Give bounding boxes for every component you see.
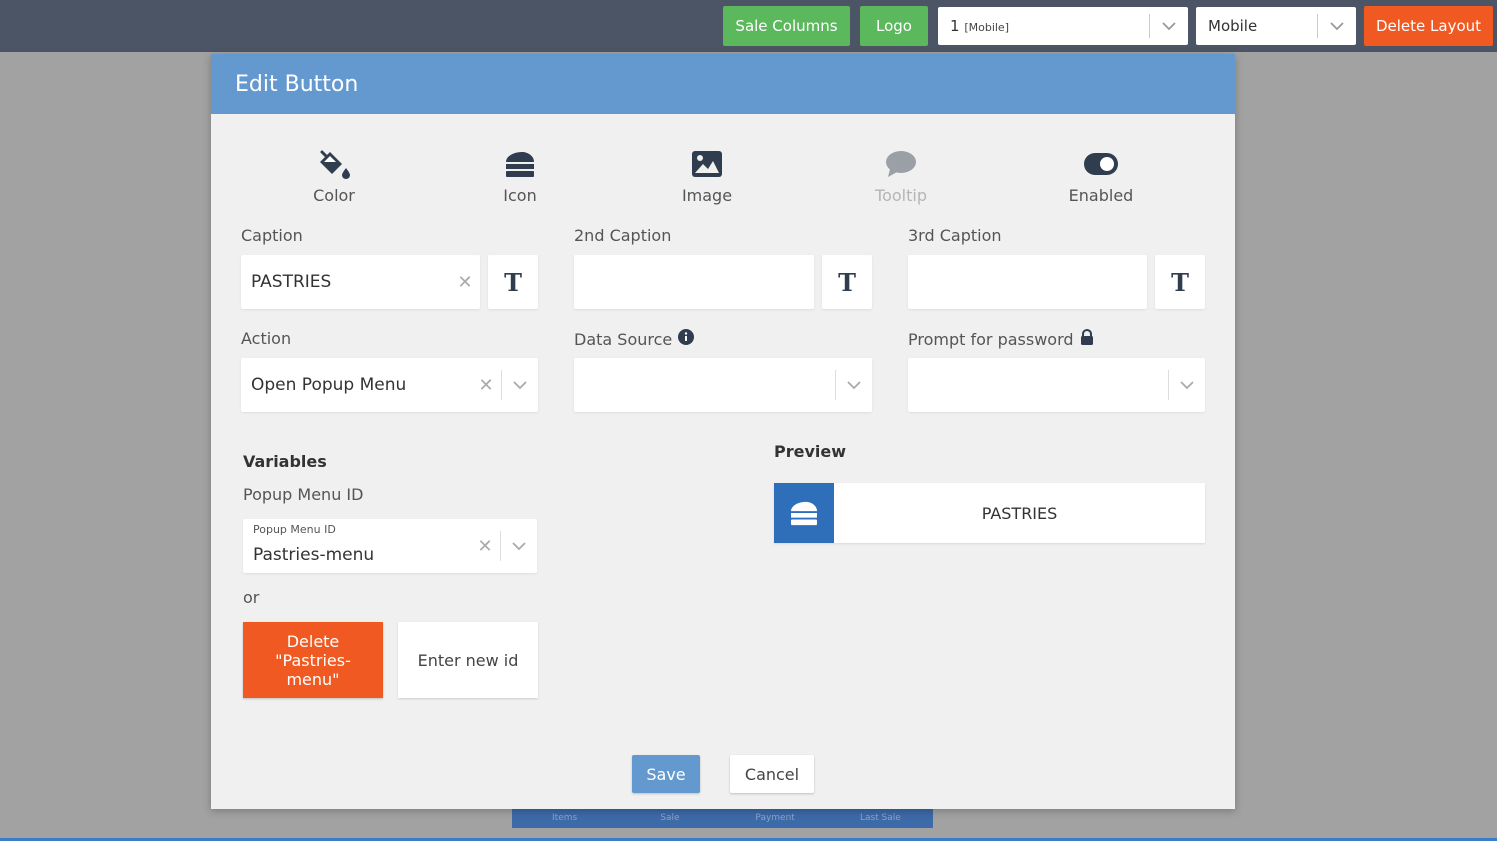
caption-input[interactable]: PASTRIES ✕ <box>241 255 480 309</box>
popup-menu-id-select[interactable]: Popup Menu ID Pastries-menu ✕ <box>243 519 537 573</box>
chevron-down-icon <box>1169 380 1205 390</box>
caption3-font-button[interactable]: T <box>1155 255 1205 309</box>
cake-slice-icon <box>774 483 834 543</box>
caption3-input[interactable] <box>908 255 1147 309</box>
image-tool-label: Image <box>681 186 733 205</box>
popup-menu-id-floating-label: Popup Menu ID <box>253 523 336 536</box>
comment-icon <box>841 144 961 184</box>
preview-caption: PASTRIES <box>981 503 1058 523</box>
preview-heading: Preview <box>774 442 847 461</box>
caption2-font-button[interactable]: T <box>822 255 872 309</box>
action-label: Action <box>241 329 292 348</box>
clear-icon[interactable]: ✕ <box>450 272 480 293</box>
data-source-label-text: Data Source <box>574 329 673 349</box>
clear-icon[interactable]: ✕ <box>471 375 501 396</box>
clear-icon[interactable]: ✕ <box>470 536 500 557</box>
color-tool[interactable]: Color <box>274 144 394 205</box>
layout-select[interactable]: 1 [Mobile] <box>938 7 1188 45</box>
chevron-down-icon <box>502 380 538 390</box>
chevron-down-icon <box>501 541 537 551</box>
tooltip-tool[interactable]: Tooltip <box>841 144 961 205</box>
sale-columns-button[interactable]: Sale Columns <box>723 6 850 46</box>
toggle-on-icon <box>1041 144 1161 184</box>
icon-tool-label: Icon <box>503 186 537 205</box>
button-preview: PASTRIES <box>774 483 1205 543</box>
info-icon[interactable] <box>678 329 695 349</box>
caption-font-button[interactable]: T <box>488 255 538 309</box>
dialog-title: Edit Button <box>211 54 1235 114</box>
or-text: or <box>243 588 260 607</box>
tooltip-tool-label: Tooltip <box>875 186 927 205</box>
save-button[interactable]: Save <box>632 755 700 793</box>
caption-value: PASTRIES <box>251 272 332 292</box>
prompt-password-select[interactable] <box>908 358 1205 412</box>
data-source-label: Data Source <box>574 329 695 349</box>
prompt-password-label: Prompt for password <box>908 328 1094 349</box>
cancel-button[interactable]: Cancel <box>730 755 814 793</box>
data-source-select[interactable] <box>574 358 872 412</box>
device-select-value: Mobile <box>1208 17 1258 35</box>
chevron-down-icon <box>1318 21 1356 31</box>
color-tool-label: Color <box>313 186 355 205</box>
logo-button[interactable]: Logo <box>860 6 928 46</box>
variables-heading: Variables <box>243 452 327 471</box>
enter-new-id-button[interactable]: Enter new id <box>398 622 538 698</box>
paint-bucket-icon <box>274 144 394 184</box>
image-tool[interactable]: Image <box>647 144 767 205</box>
background-tab: Payment <box>755 813 795 823</box>
enabled-tool-label: Enabled <box>1068 186 1134 205</box>
edit-button-dialog: Edit Button Color Icon Image Tooltip Ena… <box>211 54 1235 809</box>
background-tab: Last Sale <box>859 813 901 823</box>
prompt-password-label-text: Prompt for password <box>908 329 1074 349</box>
image-icon <box>647 144 767 184</box>
caption3-label: 3rd Caption <box>908 226 1002 245</box>
delete-popup-menu-label: Delete "Pastries-menu" <box>275 631 351 689</box>
caption-label: Caption <box>241 226 303 245</box>
chevron-down-icon <box>836 380 872 390</box>
delete-popup-menu-button[interactable]: Delete "Pastries-menu" <box>243 622 383 698</box>
enabled-tool[interactable]: Enabled <box>1041 144 1161 205</box>
background-tab: Items <box>552 813 578 823</box>
icon-tool[interactable]: Icon <box>460 144 580 205</box>
caption2-label: 2nd Caption <box>574 226 672 245</box>
layout-select-value: 1 [Mobile] <box>950 17 1009 35</box>
top-toolbar: Sale Columns Logo 1 [Mobile] Mobile Dele… <box>0 0 1497 52</box>
action-value: Open Popup Menu <box>251 375 407 395</box>
popup-menu-id-label: Popup Menu ID <box>243 485 364 504</box>
delete-layout-button[interactable]: Delete Layout <box>1364 6 1493 46</box>
background-tab-strip: Items Sale Payment Last Sale <box>512 808 933 828</box>
cake-slice-icon <box>460 144 580 184</box>
chevron-down-icon <box>1150 21 1188 31</box>
caption2-input[interactable] <box>574 255 814 309</box>
lock-icon <box>1080 328 1094 349</box>
background-tab: Sale <box>660 813 680 823</box>
device-select[interactable]: Mobile <box>1196 7 1356 45</box>
action-select[interactable]: Open Popup Menu ✕ <box>241 358 538 412</box>
